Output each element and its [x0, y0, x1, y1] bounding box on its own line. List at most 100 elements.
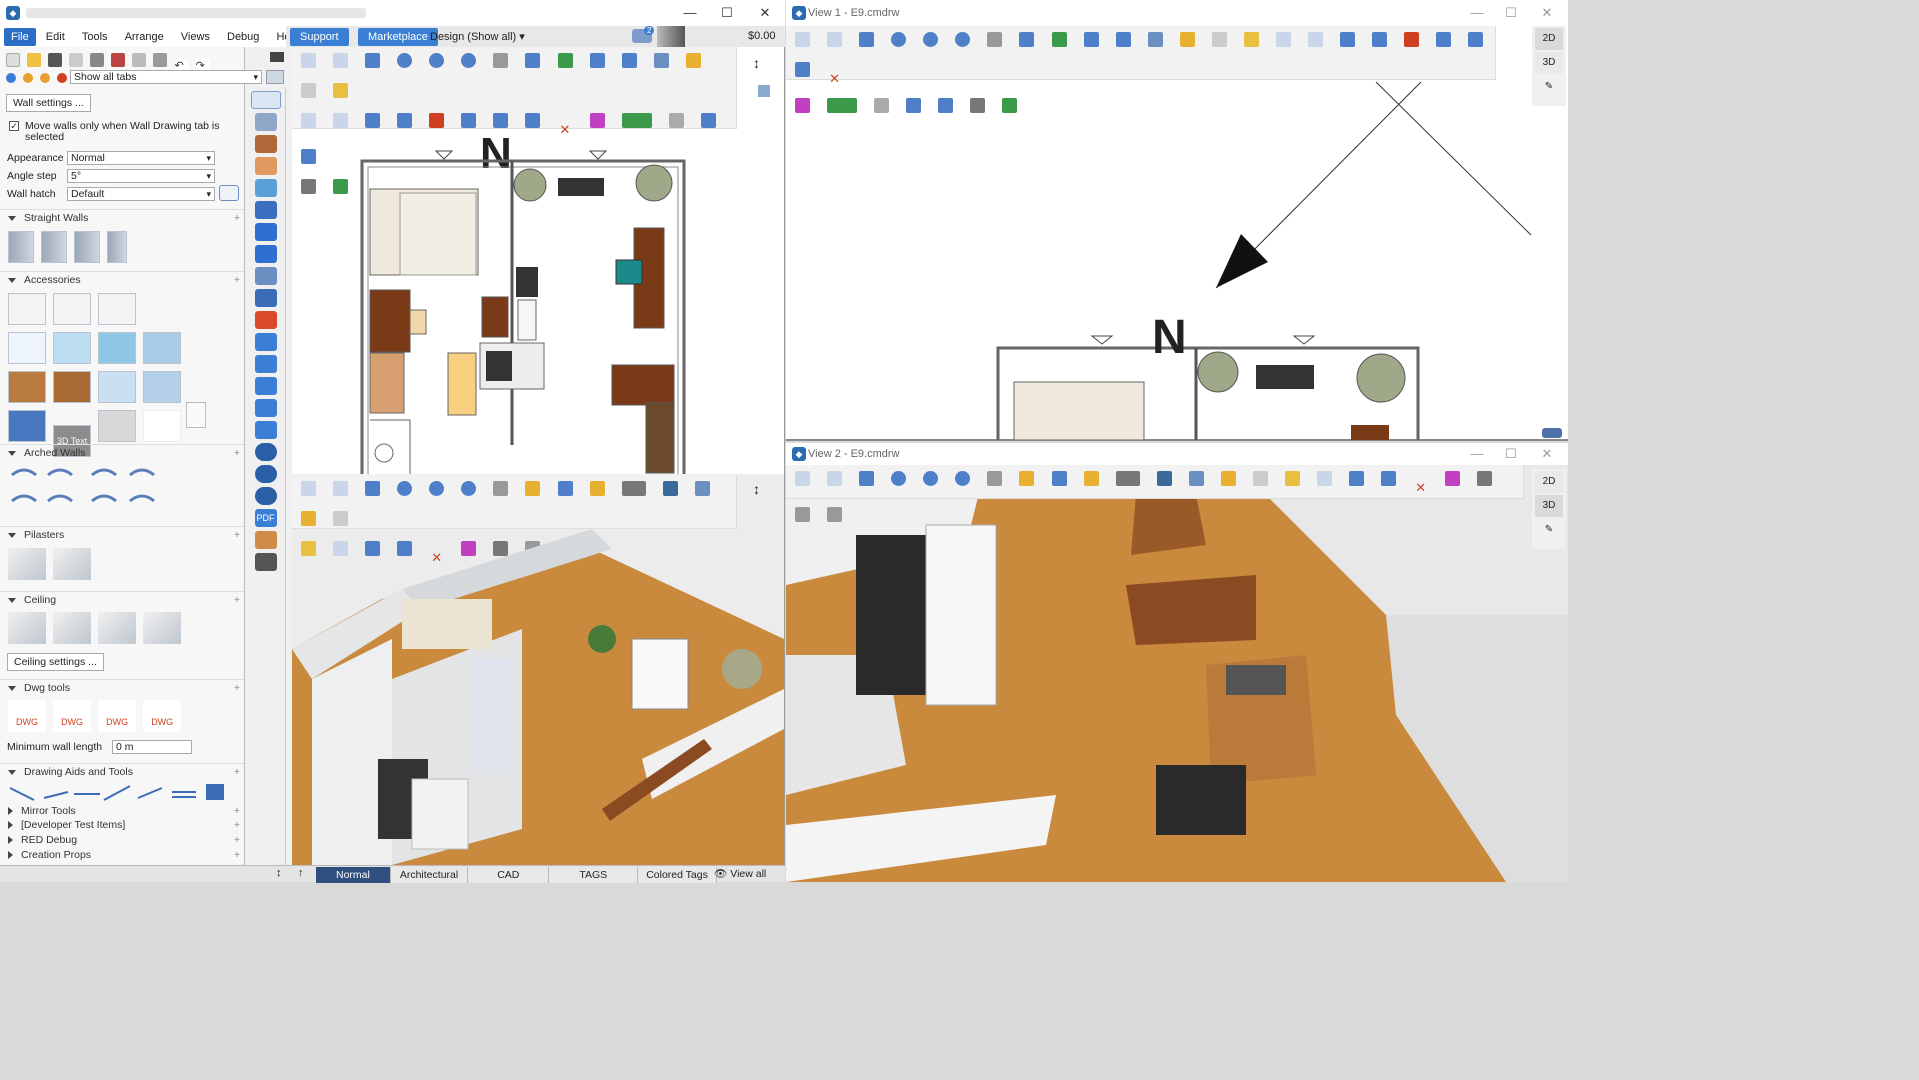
min-wall-input[interactable]: 0 m — [112, 740, 192, 754]
boots-category-icon[interactable] — [254, 355, 277, 373]
zoom-extents-icon[interactable] — [859, 471, 875, 486]
zoom-out-icon[interactable] — [429, 53, 445, 68]
orbit-icon[interactable] — [525, 481, 541, 496]
zoom-window-icon[interactable] — [461, 53, 477, 68]
lasso-icon[interactable] — [1308, 32, 1323, 47]
minimize-icon[interactable]: — — [1462, 2, 1492, 24]
furniture-category-icon[interactable] — [254, 135, 277, 153]
move-walls-checkbox[interactable]: ✓ — [9, 121, 19, 131]
eraser-icon[interactable] — [1147, 32, 1163, 47]
pencil-icon[interactable] — [270, 52, 284, 62]
plan-view-2d[interactable]: ✕ ↕ N — [292, 47, 784, 474]
zoom-window-icon[interactable] — [461, 481, 477, 496]
lab-category-icon[interactable] — [254, 289, 277, 307]
save-icon[interactable] — [48, 53, 63, 67]
tab-architectural[interactable]: Architectural — [390, 867, 469, 883]
straight-wall-item[interactable] — [107, 231, 128, 263]
rename-icon[interactable] — [1115, 32, 1131, 47]
binoculars-category-icon[interactable] — [254, 553, 277, 571]
maximize-icon[interactable]: ☐ — [712, 2, 742, 24]
cut-icon[interactable] — [111, 53, 126, 67]
orbit-icon[interactable] — [1019, 471, 1035, 486]
section-dwg-tools[interactable]: Dwg tools + — [0, 679, 244, 695]
minimize-icon[interactable]: — — [675, 2, 705, 24]
section-drawing-aids[interactable]: Drawing Aids and Tools + — [0, 763, 244, 779]
maximize-icon[interactable]: ☐ — [1496, 2, 1526, 24]
label-icon[interactable] — [1340, 32, 1356, 47]
connect-icon[interactable] — [1404, 32, 1420, 47]
appearance-select[interactable]: Normal — [67, 151, 215, 165]
menu-debug[interactable]: Debug — [220, 28, 266, 46]
section-straight-walls[interactable]: Straight Walls + — [0, 209, 244, 225]
delete-icon[interactable]: ✕ — [1413, 480, 1428, 495]
zoom-out-icon[interactable] — [429, 481, 445, 496]
dwg-trace-item[interactable]: DWG — [53, 700, 92, 732]
line-icon[interactable] — [700, 113, 716, 128]
marketplace-button[interactable]: Marketplace — [358, 28, 438, 46]
zoom-extents-icon[interactable] — [365, 481, 381, 496]
fit-icon[interactable] — [557, 481, 573, 496]
view1-2d-button[interactable]: 2D — [1535, 28, 1563, 50]
straight-wall-item[interactable] — [41, 231, 68, 263]
record-icon[interactable] — [57, 73, 68, 83]
house-category-icon[interactable] — [254, 245, 277, 263]
zoom-selection-icon[interactable] — [525, 53, 541, 68]
ruler-icon[interactable] — [333, 511, 349, 526]
wall-settings-button[interactable]: Wall settings ... — [6, 94, 91, 112]
open-folder-icon[interactable] — [27, 53, 42, 67]
section-accessories[interactable]: Accessories + — [0, 271, 244, 287]
eraser-icon[interactable] — [694, 481, 710, 496]
render-icon[interactable] — [662, 481, 678, 496]
arrows-icon[interactable] — [685, 53, 701, 68]
eraser-icon[interactable] — [1188, 471, 1204, 486]
picture-icon[interactable] — [1051, 32, 1067, 47]
select-all-icon[interactable] — [333, 53, 349, 68]
menu-views[interactable]: Views — [174, 28, 217, 46]
vertical-arrows-icon[interactable]: ↕ — [753, 55, 760, 71]
camera-icon[interactable] — [1115, 471, 1140, 486]
tab-tags[interactable]: TAGS — [549, 867, 639, 883]
glass-window-item[interactable] — [53, 332, 92, 364]
paper-item[interactable] — [186, 402, 206, 428]
link-icon[interactable] — [827, 507, 843, 522]
slope-category-icon[interactable] — [254, 157, 277, 175]
print-preview-icon[interactable] — [69, 53, 84, 67]
label-icon[interactable] — [365, 113, 381, 128]
delete-icon[interactable]: ✕ — [558, 122, 573, 137]
dwg-import-item[interactable]: DWG — [8, 700, 46, 732]
dollar-category-icon[interactable] — [254, 487, 277, 505]
laptop-category-icon[interactable] — [254, 267, 277, 285]
vertical-arrows-icon[interactable]: ↕ — [753, 481, 760, 497]
radiator-item[interactable] — [98, 410, 137, 442]
hatch-edit-icon[interactable] — [219, 185, 239, 201]
select-icon[interactable] — [301, 481, 316, 496]
maximize-icon[interactable]: ☐ — [1496, 443, 1526, 465]
ruler-icon[interactable] — [1252, 471, 1268, 486]
hand-category-icon[interactable] — [254, 179, 277, 197]
pan-hand-icon[interactable] — [493, 53, 509, 68]
menu-arrange[interactable]: Arrange — [118, 28, 171, 46]
section-creation-props[interactable]: Creation Props + — [0, 847, 244, 863]
pan-hand-icon[interactable] — [987, 471, 1003, 486]
camera-icon[interactable] — [668, 113, 684, 128]
zoom-window-icon[interactable] — [955, 32, 971, 47]
eye-icon[interactable] — [1542, 428, 1562, 438]
magnet-category-icon[interactable] — [254, 223, 277, 241]
wrench-category-icon[interactable] — [254, 421, 277, 439]
arrows-icon[interactable] — [1179, 32, 1195, 47]
ceiling-item[interactable] — [8, 612, 46, 644]
select-all-icon[interactable] — [827, 471, 843, 486]
align-icon[interactable] — [525, 113, 541, 128]
ceiling-item[interactable] — [98, 612, 137, 644]
camera-icon[interactable] — [621, 481, 646, 496]
menu-edit[interactable]: Edit — [39, 28, 72, 46]
straight-wall-item[interactable] — [8, 231, 34, 263]
tag-icon[interactable] — [40, 73, 51, 83]
up-arrow-icon[interactable]: ↑ — [298, 867, 304, 879]
select-all-icon[interactable] — [333, 481, 349, 496]
rings-category-icon[interactable] — [254, 443, 277, 461]
pilaster-item[interactable] — [53, 548, 92, 580]
sliding-window-item[interactable] — [143, 371, 182, 403]
design-dropdown[interactable]: Design (Show all) ▾ — [430, 30, 525, 43]
scale-icon[interactable] — [493, 113, 509, 128]
